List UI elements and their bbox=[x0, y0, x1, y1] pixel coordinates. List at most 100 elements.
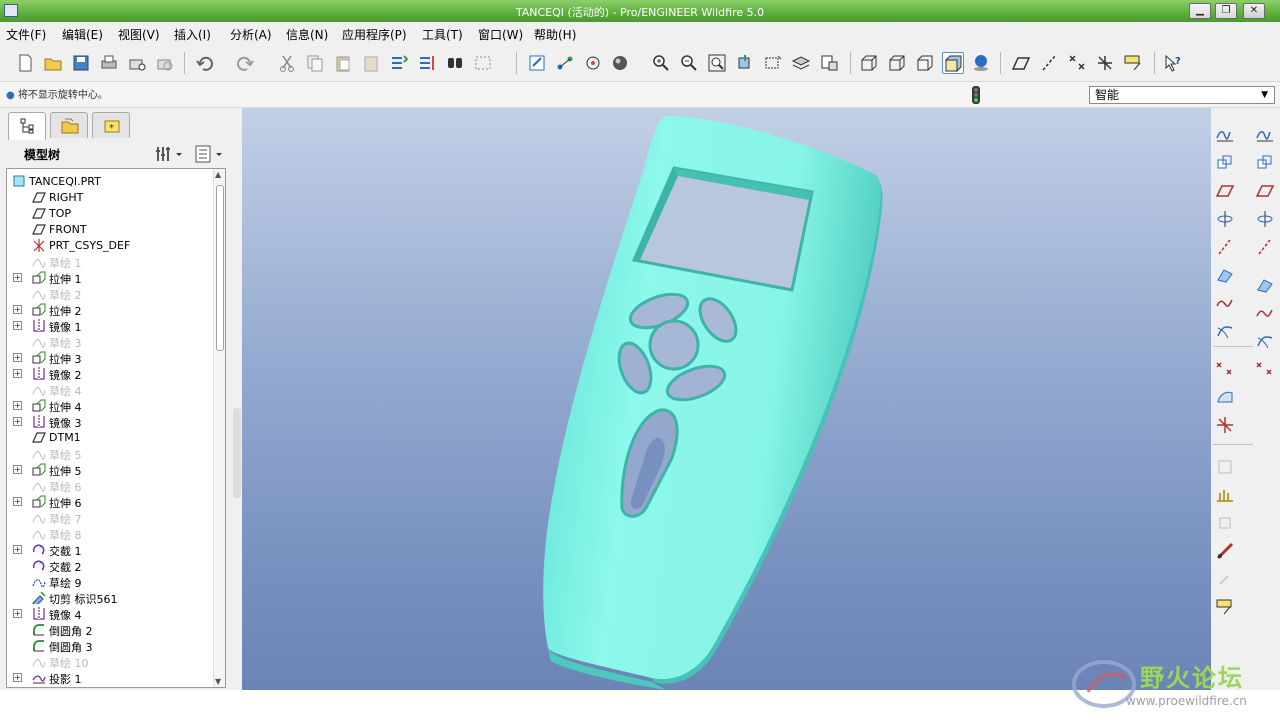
model-tree[interactable]: ▲ ▼ TANCEQI.PRT RIGHT TOP FRONT PRT_CSYS_DEF… bbox=[6, 168, 226, 688]
tree-item[interactable]: 切剪 标识561 bbox=[7, 589, 207, 607]
tree-item[interactable]: 草绘 4 bbox=[7, 381, 207, 398]
copy-geom-icon[interactable] bbox=[1214, 152, 1236, 174]
group-icon[interactable] bbox=[1254, 152, 1276, 174]
sketch-tool-icon[interactable] bbox=[1214, 124, 1236, 146]
minimize-button[interactable]: ▁ bbox=[1189, 3, 1211, 19]
expand-icon[interactable]: + bbox=[13, 673, 22, 682]
spin-center-icon[interactable] bbox=[554, 52, 576, 74]
tree-item[interactable]: PRT_CSYS_DEF bbox=[7, 237, 207, 253]
expand-icon[interactable]: + bbox=[13, 401, 22, 410]
favorites-tab[interactable]: * bbox=[92, 112, 130, 138]
scroll-down-icon[interactable]: ▼ bbox=[215, 677, 221, 686]
paste-special-icon[interactable] bbox=[360, 52, 382, 74]
hole-icon[interactable] bbox=[1254, 208, 1276, 230]
shell-icon[interactable] bbox=[1214, 512, 1236, 534]
draft-icon[interactable] bbox=[1254, 124, 1276, 146]
refit-icon[interactable] bbox=[706, 52, 728, 74]
show-icon[interactable] bbox=[194, 144, 226, 164]
paste-icon[interactable] bbox=[332, 52, 354, 74]
csys-icon[interactable] bbox=[1214, 414, 1236, 436]
expand-icon[interactable]: + bbox=[13, 465, 22, 474]
context-help-icon[interactable]: ? bbox=[1162, 52, 1184, 74]
draft-tool-icon[interactable] bbox=[1254, 302, 1276, 324]
tree-item[interactable]: + 拉伸 2 bbox=[7, 301, 207, 318]
menu-file[interactable]: 文件(F) bbox=[6, 26, 46, 43]
view-manager-icon[interactable] bbox=[818, 52, 840, 74]
layers-icon[interactable] bbox=[790, 52, 812, 74]
settings-icon[interactable] bbox=[154, 144, 184, 164]
shading-icon[interactable] bbox=[942, 52, 964, 74]
expand-icon[interactable]: + bbox=[13, 305, 22, 314]
menu-insert[interactable]: 插入(I) bbox=[174, 26, 211, 43]
menu-analysis[interactable]: 分析(A) bbox=[230, 26, 272, 43]
model-3d-view[interactable] bbox=[242, 108, 1211, 690]
datum-point-display-icon[interactable] bbox=[1066, 52, 1088, 74]
redo-icon[interactable] bbox=[234, 52, 256, 74]
tree-item[interactable]: FRONT bbox=[7, 221, 207, 237]
folder-browser-tab[interactable] bbox=[50, 112, 88, 138]
cut-icon[interactable] bbox=[276, 52, 298, 74]
appearance-icon[interactable] bbox=[610, 52, 632, 74]
tree-item[interactable]: + 镜像 1 bbox=[7, 317, 207, 334]
csys-display-icon[interactable] bbox=[1094, 52, 1116, 74]
tree-item[interactable]: 草绘 2 bbox=[7, 285, 207, 302]
find-icon[interactable] bbox=[444, 52, 466, 74]
wireframe-icon[interactable] bbox=[858, 52, 880, 74]
zoom-in-icon[interactable] bbox=[650, 52, 672, 74]
style-icon[interactable] bbox=[1214, 386, 1236, 408]
expand-icon[interactable]: + bbox=[13, 321, 22, 330]
save-icon[interactable] bbox=[70, 52, 92, 74]
print-icon[interactable] bbox=[98, 52, 120, 74]
email-icon[interactable] bbox=[126, 52, 148, 74]
no-hidden-icon[interactable] bbox=[914, 52, 936, 74]
panel-splitter[interactable] bbox=[233, 408, 241, 498]
expand-icon[interactable]: + bbox=[13, 369, 22, 378]
tree-item[interactable]: + 投影 1 bbox=[7, 669, 207, 686]
tree-item[interactable]: + 交截 1 bbox=[7, 541, 207, 558]
model-tree-tab[interactable] bbox=[8, 112, 46, 140]
shell-tool-icon[interactable] bbox=[1254, 236, 1276, 258]
orient-mode-icon[interactable] bbox=[582, 52, 604, 74]
tree-item[interactable]: TANCEQI.PRT bbox=[7, 173, 207, 189]
scrollbar-thumb[interactable] bbox=[216, 185, 224, 351]
tree-item[interactable]: 倒圆角 2 bbox=[7, 621, 207, 638]
scroll-up-icon[interactable]: ▲ bbox=[215, 170, 221, 179]
menu-tools[interactable]: 工具(T) bbox=[422, 26, 463, 43]
datum-axis-icon[interactable] bbox=[1214, 236, 1236, 258]
regen-manager-icon[interactable] bbox=[416, 52, 438, 74]
tree-scrollbar[interactable]: ▲ ▼ bbox=[213, 169, 225, 687]
tree-item[interactable]: 草绘 9 bbox=[7, 573, 207, 590]
new-icon[interactable] bbox=[14, 52, 36, 74]
datum-axis-display-icon[interactable] bbox=[1038, 52, 1060, 74]
tree-item[interactable]: + 拉伸 3 bbox=[7, 349, 207, 366]
sweep-icon[interactable] bbox=[1214, 264, 1236, 286]
revolve-icon[interactable] bbox=[1214, 208, 1236, 230]
rib-icon[interactable] bbox=[1214, 568, 1236, 590]
maximize-button[interactable]: ❐ bbox=[1215, 3, 1237, 19]
close-button[interactable]: ✕ bbox=[1243, 3, 1265, 19]
tree-item[interactable]: 草绘 3 bbox=[7, 333, 207, 350]
repaint-icon[interactable] bbox=[526, 52, 548, 74]
menu-applications[interactable]: 应用程序(P) bbox=[342, 26, 407, 43]
enhanced-realism-icon[interactable] bbox=[970, 52, 992, 74]
open-icon[interactable] bbox=[42, 52, 64, 74]
selection-filter-select[interactable]: 智能 ▼ bbox=[1089, 86, 1275, 104]
regenerate-icon[interactable] bbox=[388, 52, 410, 74]
tree-item[interactable]: 草绘 6 bbox=[7, 477, 207, 494]
saved-views-icon[interactable] bbox=[762, 52, 784, 74]
rib-tool-icon[interactable] bbox=[1254, 274, 1276, 296]
expand-icon[interactable]: + bbox=[13, 417, 22, 426]
menu-edit[interactable]: 编辑(E) bbox=[62, 26, 103, 43]
tree-item[interactable]: DTM1 bbox=[7, 429, 207, 445]
tree-item[interactable]: + 拉伸 4 bbox=[7, 397, 207, 414]
menu-help[interactable]: 帮助(H) bbox=[534, 26, 576, 43]
expand-icon[interactable]: + bbox=[13, 273, 22, 282]
tree-item[interactable]: RIGHT bbox=[7, 189, 207, 205]
select-box-icon[interactable] bbox=[472, 52, 494, 74]
tree-item[interactable]: 草绘 5 bbox=[7, 445, 207, 462]
reorient-icon[interactable] bbox=[734, 52, 756, 74]
regen-status-icon[interactable] bbox=[969, 85, 983, 105]
tree-item[interactable]: 交截 2 bbox=[7, 557, 207, 574]
menu-view[interactable]: 视图(V) bbox=[118, 26, 160, 43]
chamfer-tool-icon[interactable] bbox=[1254, 358, 1276, 380]
